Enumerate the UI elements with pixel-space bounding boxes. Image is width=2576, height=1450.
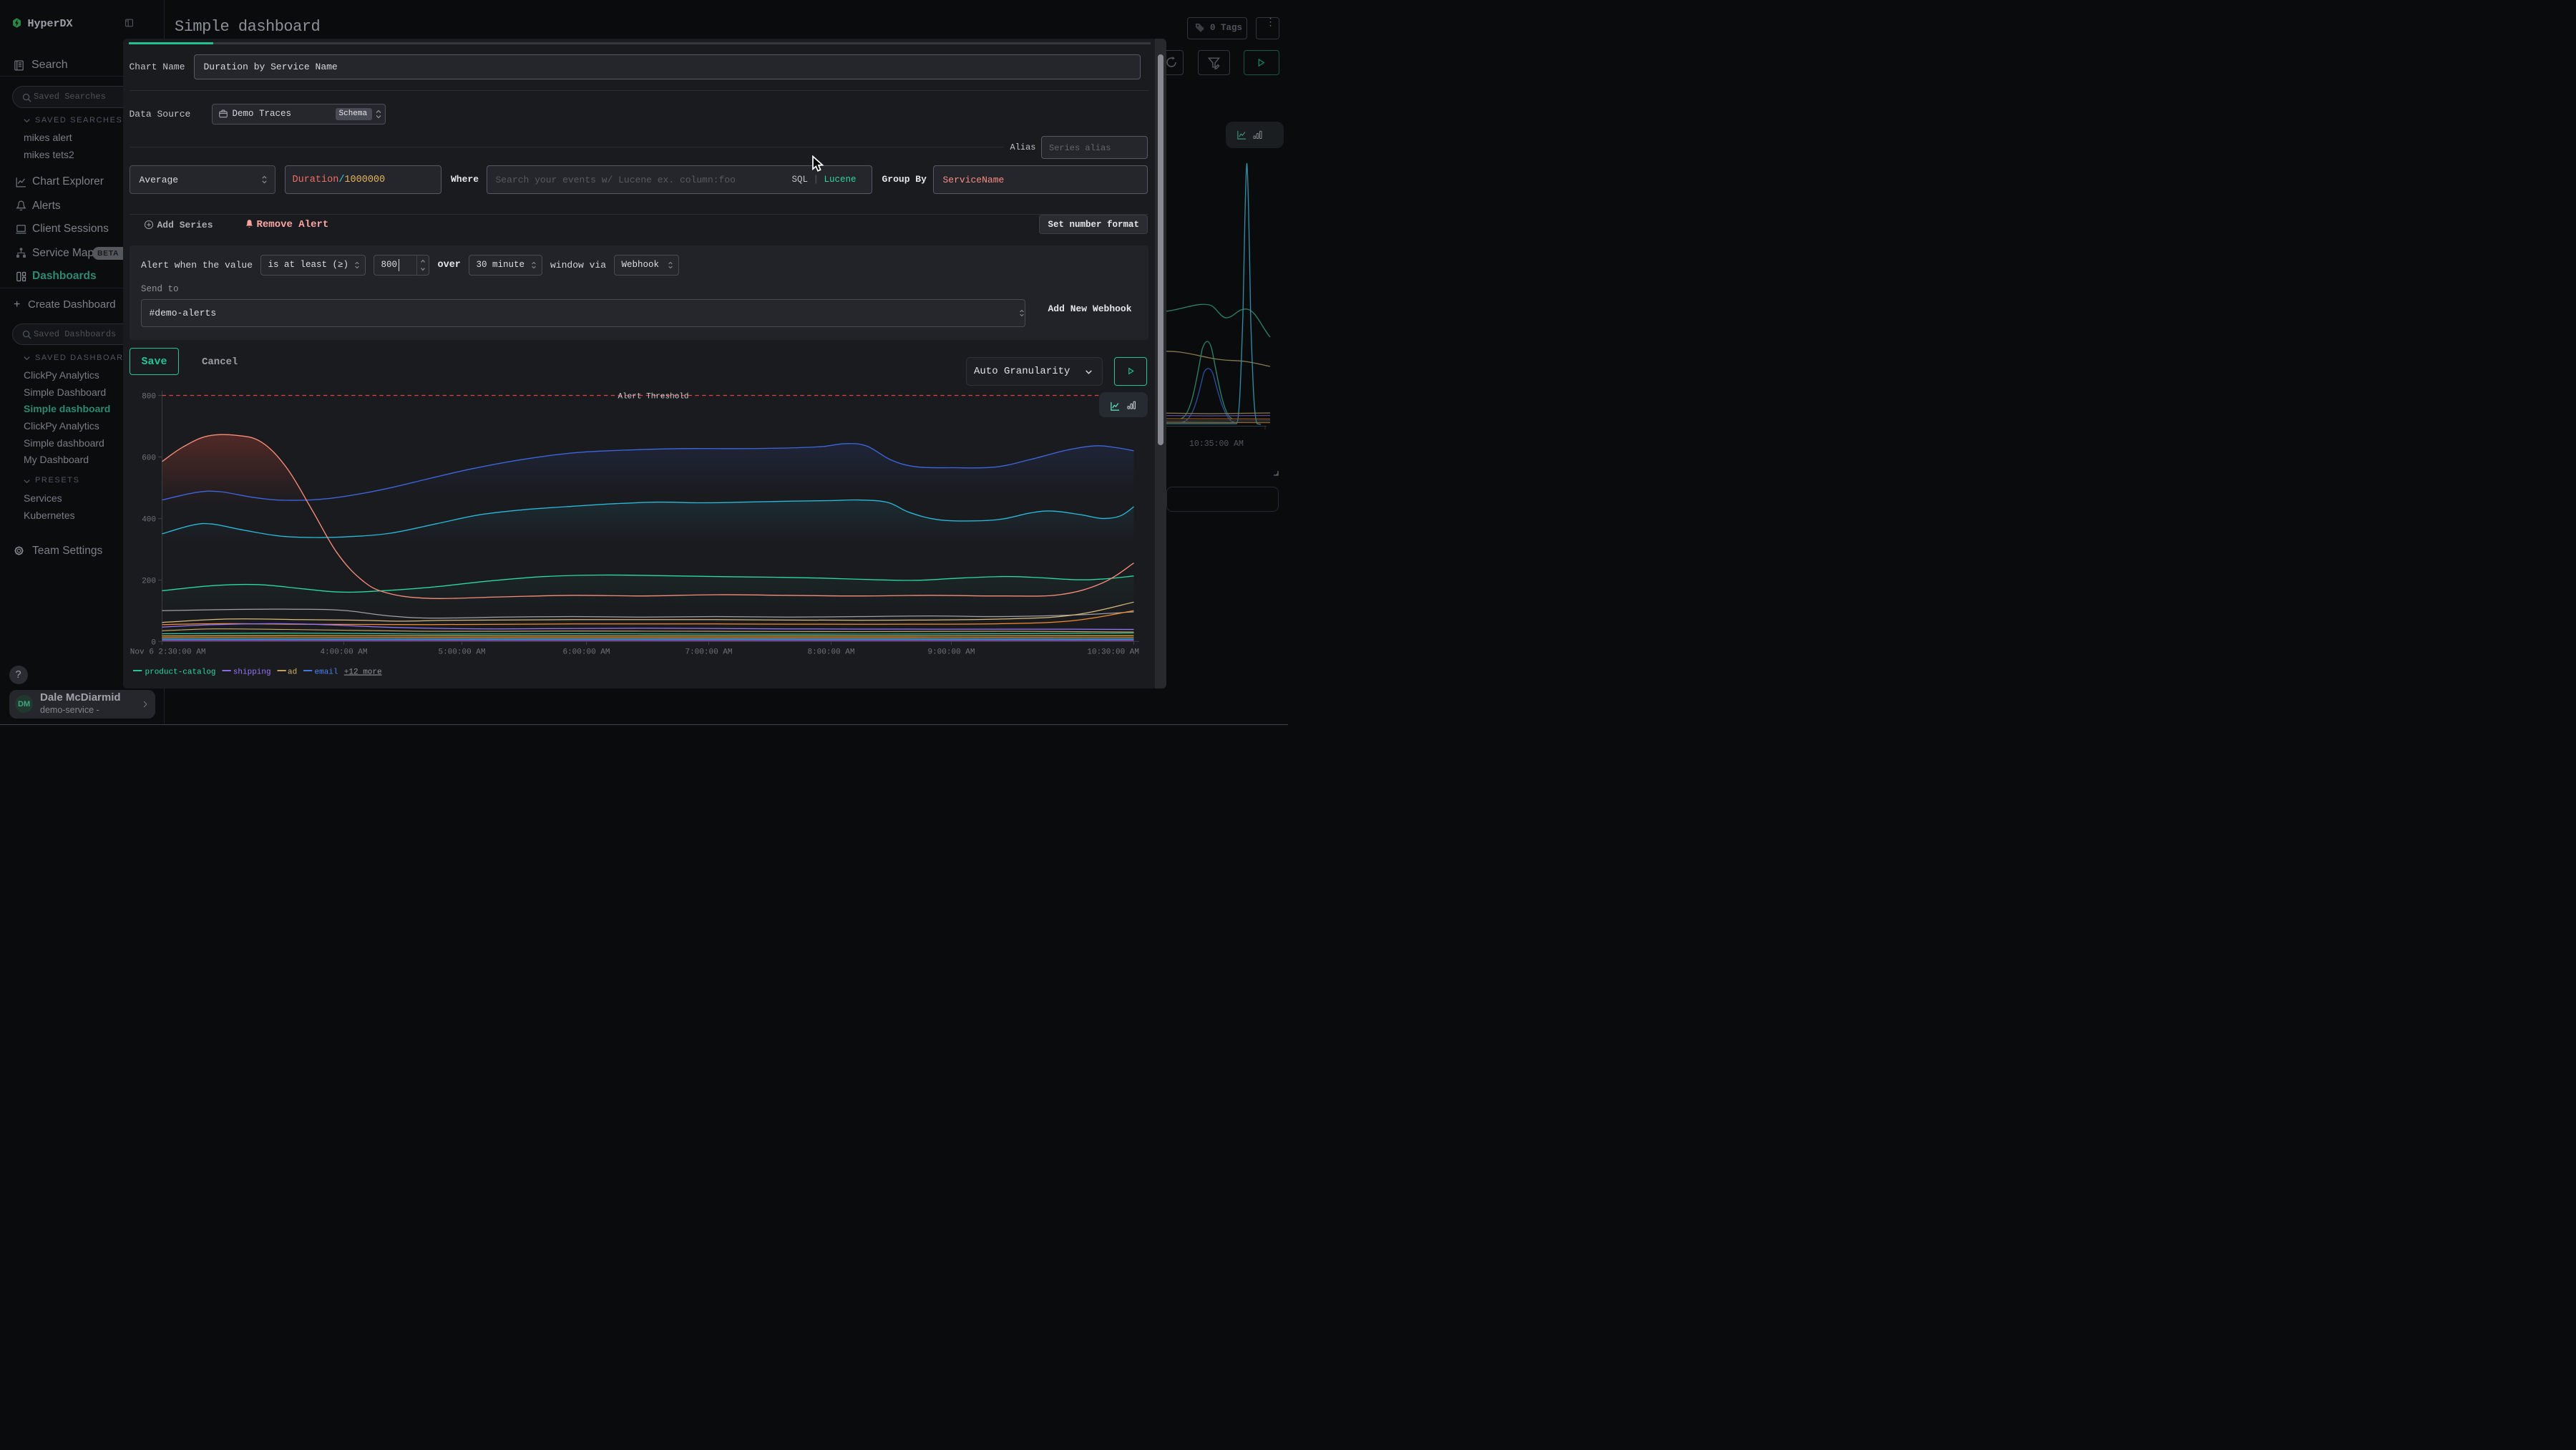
svg-text:6:00:00 AM: 6:00:00 AM (562, 648, 610, 657)
svg-text:800: 800 (142, 393, 156, 402)
svg-text:0: 0 (151, 638, 156, 647)
svg-text:600: 600 (142, 454, 156, 463)
svg-text:10:30:00 AM: 10:30:00 AM (1087, 648, 1139, 657)
svg-text:+12 more: +12 more (343, 668, 381, 677)
svg-text:Nov 6 2:30:00 AM: Nov 6 2:30:00 AM (130, 648, 205, 657)
svg-text:10:35:00 AM: 10:35:00 AM (1189, 439, 1244, 449)
svg-text:9:00:00 AM: 9:00:00 AM (927, 648, 975, 657)
svg-text:4:00:00 AM: 4:00:00 AM (320, 648, 367, 657)
svg-text:ad: ad (288, 668, 297, 677)
svg-text:5:00:00 AM: 5:00:00 AM (438, 648, 485, 657)
svg-text:7:00:00 AM: 7:00:00 AM (685, 648, 732, 657)
svg-text:email: email (314, 668, 338, 677)
svg-text:product-catalog: product-catalog (145, 668, 215, 677)
svg-text:Alert Threshold: Alert Threshold (618, 393, 688, 402)
svg-text:shipping: shipping (233, 668, 270, 677)
svg-text:400: 400 (142, 516, 156, 525)
svg-text:8:00:00 AM: 8:00:00 AM (807, 648, 854, 657)
svg-text:200: 200 (142, 578, 156, 586)
